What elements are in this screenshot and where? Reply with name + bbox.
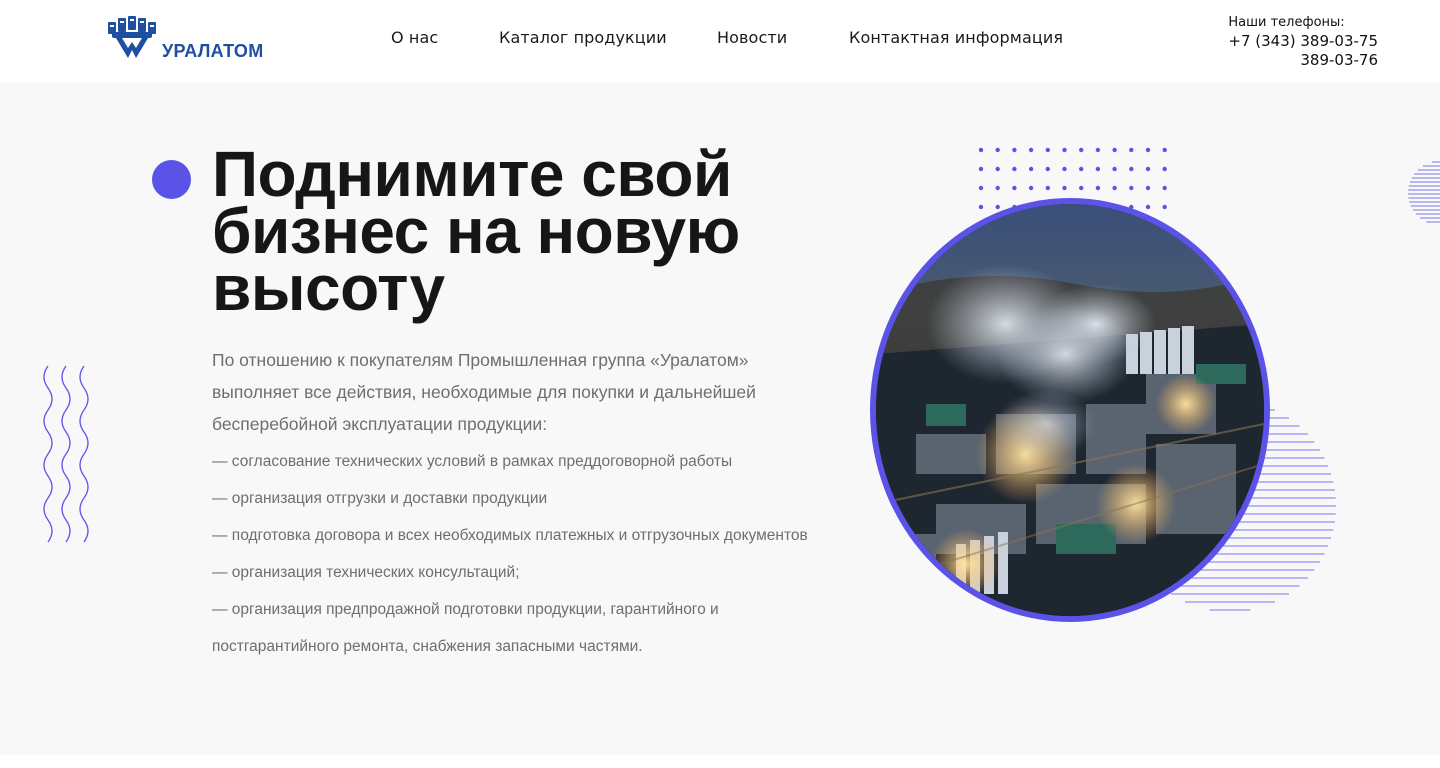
- dot: [1062, 147, 1067, 153]
- logo-text: УРАЛАТОМ: [162, 41, 264, 61]
- dot: [1145, 147, 1151, 153]
- dot: [1095, 166, 1101, 172]
- dot: [1079, 185, 1084, 191]
- dot: [1095, 185, 1101, 191]
- dot: [995, 185, 1000, 191]
- dot: [978, 166, 984, 172]
- services-list: — согласование технических условий в рам…: [212, 443, 812, 665]
- phones-block: Наши телефоны: +7 (343) 389-03-75 389-03…: [1228, 14, 1378, 70]
- dot: [1079, 147, 1084, 153]
- nav-item-contacts[interactable]: Контактная информация: [849, 28, 1063, 47]
- dot: [1145, 185, 1151, 191]
- logo[interactable]: УРАЛАТОМ: [106, 14, 276, 62]
- list-item: — организация технических консультаций;: [212, 564, 520, 581]
- list-item: — организация предпродажной подготовки п…: [212, 601, 719, 655]
- dot: [1129, 185, 1134, 191]
- dot: [978, 147, 984, 153]
- dot: [1012, 147, 1017, 153]
- dot: [978, 185, 984, 191]
- dot: [1062, 185, 1067, 191]
- dot: [1145, 166, 1151, 172]
- uralatom-logo-icon: УРАЛАТОМ: [108, 16, 264, 61]
- site-header: УРАЛАТОМ О нас Каталог продукции Новости…: [0, 0, 1440, 82]
- hero-section: Поднимите свой бизнес на новую высоту По…: [0, 82, 1440, 755]
- dot: [1045, 147, 1050, 153]
- dot: [1112, 166, 1117, 172]
- dot: [995, 166, 1000, 172]
- dot: [1162, 185, 1167, 191]
- dot: [1028, 185, 1034, 191]
- dot: [1028, 166, 1034, 172]
- dot: [1012, 166, 1017, 172]
- dot: [1062, 166, 1067, 172]
- factory-photo: [870, 198, 1278, 628]
- dot: [1095, 147, 1101, 153]
- dot: [1112, 185, 1117, 191]
- dot: [995, 147, 1000, 153]
- dot: [1129, 166, 1134, 172]
- dot: [1045, 166, 1050, 172]
- footer-strip: [0, 755, 1440, 768]
- accent-circle-icon: [152, 160, 191, 199]
- nav-item-news[interactable]: Новости: [717, 28, 787, 47]
- dot: [1079, 166, 1084, 172]
- nav-item-catalog[interactable]: Каталог продукции: [499, 28, 667, 47]
- dot: [1162, 166, 1167, 172]
- wave-lines-icon: [43, 365, 89, 543]
- list-item: — организация отгрузки и доставки продук…: [212, 490, 548, 507]
- nav-item-about[interactable]: О нас: [391, 28, 438, 47]
- factory-image-icon: [876, 204, 1264, 616]
- phone-number-1[interactable]: +7 (343) 389-03-75: [1228, 32, 1378, 51]
- hero-title: Поднимите свой бизнес на новую высоту: [212, 138, 740, 324]
- hero-lead: По отношению к покупателям Промышленная …: [212, 350, 756, 434]
- dot: [1112, 147, 1117, 153]
- dot: [1045, 185, 1050, 191]
- dot: [1162, 147, 1167, 153]
- dot: [1028, 147, 1034, 153]
- list-item: — подготовка договора и всех необходимых…: [212, 527, 808, 544]
- factory-photo-frame: [870, 198, 1270, 622]
- dot: [1012, 185, 1017, 191]
- edge-stripes-icon: [1408, 161, 1440, 223]
- dot: [1129, 147, 1134, 153]
- list-item: — согласование технических условий в рам…: [212, 453, 733, 470]
- phones-label: Наши телефоны:: [1228, 15, 1345, 30]
- phone-number-2[interactable]: 389-03-76: [1228, 51, 1378, 70]
